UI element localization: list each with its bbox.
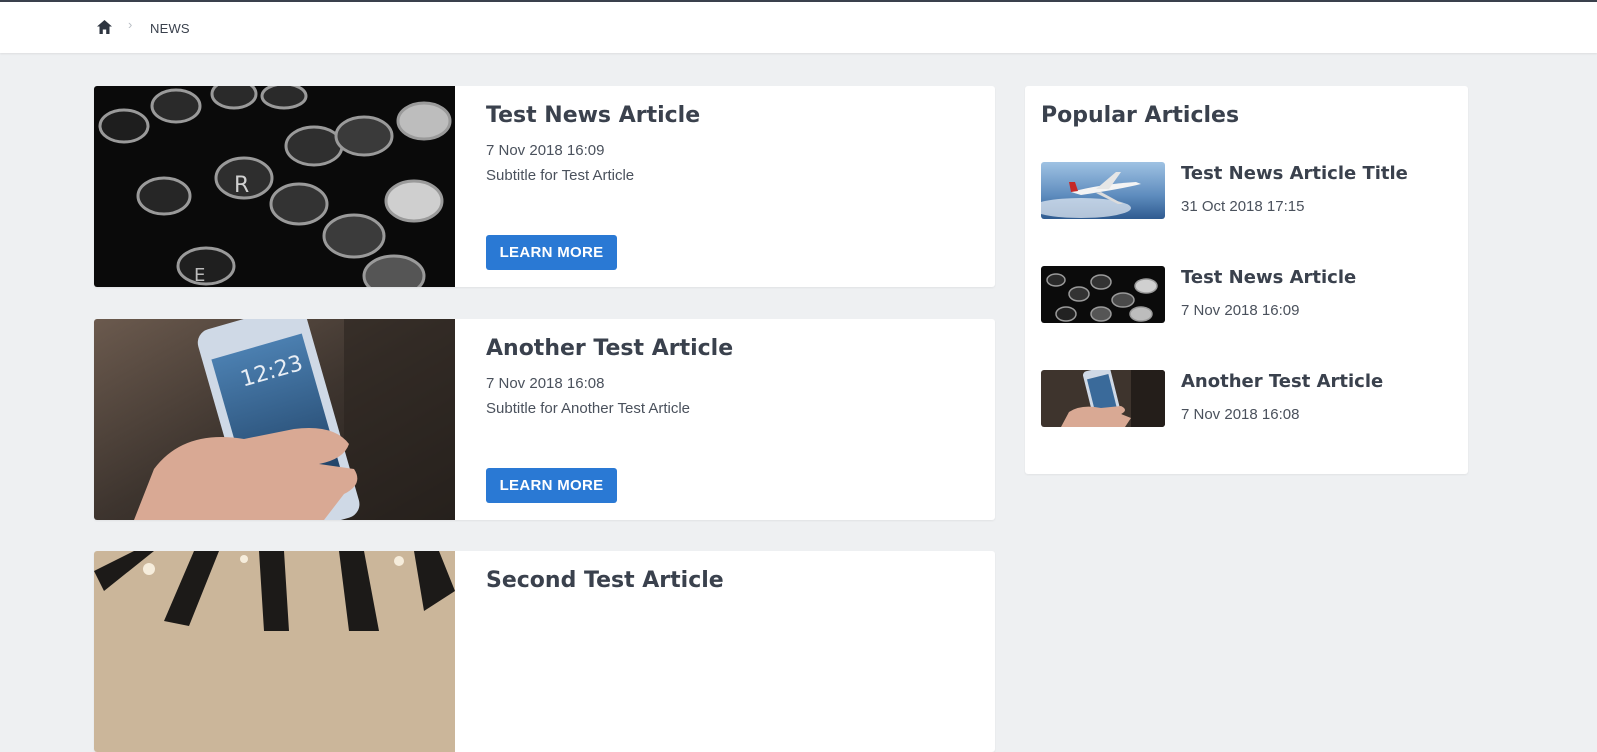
article-title[interactable]: Another Test Article bbox=[486, 336, 733, 361]
popular-article-date: 7 Nov 2018 16:08 bbox=[1181, 406, 1300, 423]
phone-thumbnail[interactable] bbox=[1041, 370, 1165, 427]
popular-articles-heading: Popular Articles bbox=[1041, 103, 1240, 128]
svg-text:R: R bbox=[234, 173, 249, 198]
breadcrumb-current: NEWS bbox=[150, 21, 190, 36]
popular-article-item[interactable]: Another Test Article 7 Nov 2018 16:08 bbox=[1041, 370, 1451, 428]
article-subtitle: Subtitle for Test Article bbox=[486, 167, 635, 184]
popular-article-title[interactable]: Test News Article Title bbox=[1181, 163, 1408, 184]
popular-article-item[interactable]: Test News Article 7 Nov 2018 16:09 bbox=[1041, 266, 1451, 324]
article-card: Second Test Article bbox=[94, 551, 995, 752]
article-card: 12:23 Another Test Article 7 Nov 2018 16… bbox=[94, 319, 995, 520]
article-date: 7 Nov 2018 16:08 bbox=[486, 375, 605, 392]
article-image-typewriter[interactable]: R E bbox=[94, 86, 455, 287]
article-image-phone[interactable]: 12:23 bbox=[94, 319, 455, 520]
popular-article-date: 31 Oct 2018 17:15 bbox=[1181, 198, 1305, 215]
learn-more-button[interactable]: LEARN MORE bbox=[486, 235, 617, 270]
article-title[interactable]: Second Test Article bbox=[486, 568, 724, 593]
typewriter-thumbnail[interactable] bbox=[1041, 266, 1165, 323]
article-image-ceiling[interactable] bbox=[94, 551, 455, 752]
article-subtitle: Subtitle for Another Test Article bbox=[486, 400, 691, 417]
learn-more-button[interactable]: LEARN MORE bbox=[486, 468, 617, 503]
airplane-thumbnail[interactable] bbox=[1041, 162, 1165, 219]
article-card: R E Test News Article 7 Nov 2018 16:09 S… bbox=[94, 86, 995, 287]
popular-article-date: 7 Nov 2018 16:09 bbox=[1181, 302, 1300, 319]
svg-text:E: E bbox=[194, 265, 205, 286]
popular-articles-panel: Popular Articles Test News Article Title… bbox=[1025, 86, 1468, 474]
breadcrumb-separator: › bbox=[128, 17, 133, 32]
popular-article-title[interactable]: Test News Article bbox=[1181, 267, 1356, 288]
article-title[interactable]: Test News Article bbox=[486, 103, 700, 128]
article-date: 7 Nov 2018 16:09 bbox=[486, 142, 605, 159]
popular-article-title[interactable]: Another Test Article bbox=[1181, 371, 1383, 392]
home-icon[interactable] bbox=[96, 19, 113, 35]
breadcrumb-bar: › NEWS bbox=[0, 2, 1597, 53]
popular-article-item[interactable]: Test News Article Title 31 Oct 2018 17:1… bbox=[1041, 162, 1451, 220]
